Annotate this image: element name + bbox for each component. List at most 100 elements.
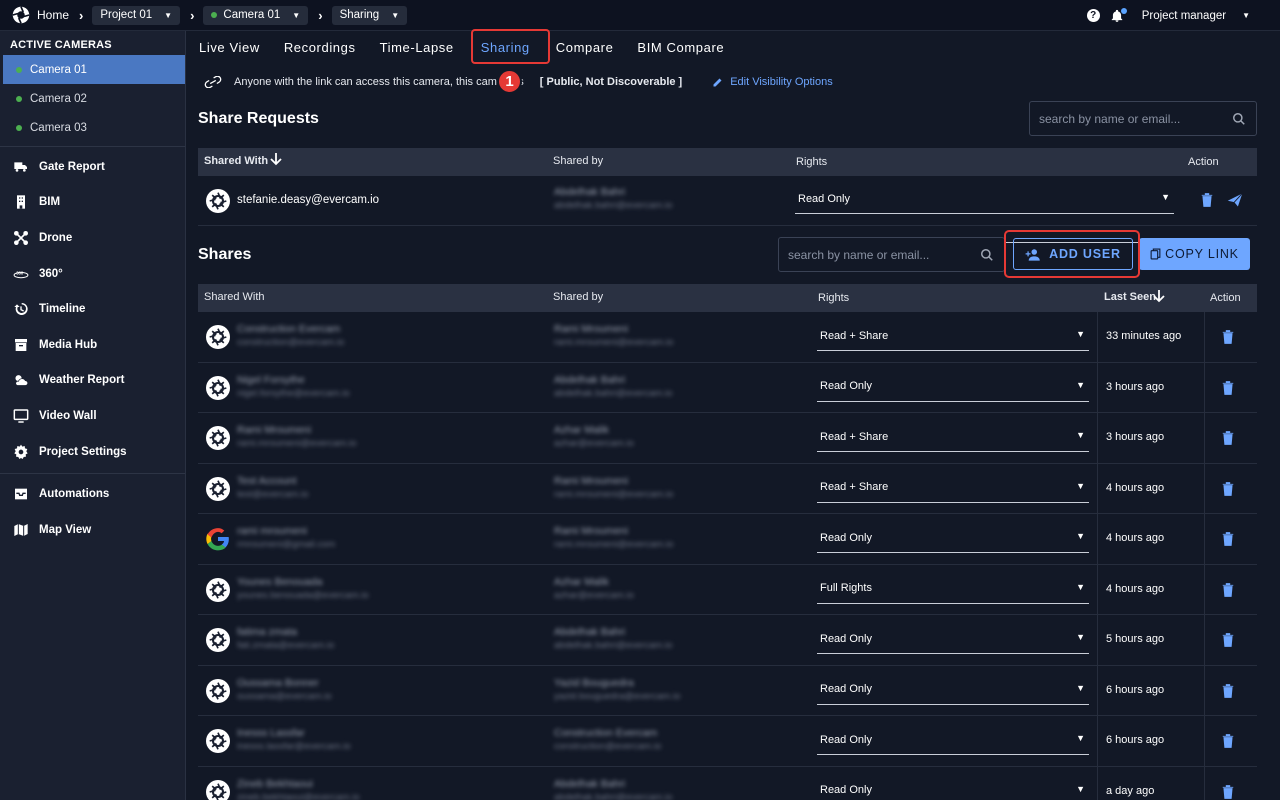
- sidebar-item-map-view[interactable]: Map View: [0, 512, 185, 548]
- sidebar-item-bim[interactable]: BIM: [0, 185, 185, 221]
- history-icon: [13, 301, 29, 317]
- project-selector[interactable]: Project 01 ▼: [92, 5, 181, 25]
- sidebar-camera-01[interactable]: Camera 01: [3, 55, 185, 84]
- evercam-avatar-icon: [206, 779, 230, 800]
- shares-search-input[interactable]: search by name or email...: [778, 237, 1005, 272]
- caret-down-icon: ▼: [1076, 581, 1085, 592]
- notifications-button[interactable]: [1110, 7, 1127, 23]
- share-requests-search-input[interactable]: search by name or email...: [1029, 101, 1257, 136]
- rights-select[interactable]: Read Only ▼: [817, 675, 1089, 705]
- rights-select[interactable]: Read Only ▼: [817, 725, 1089, 755]
- camera-selector[interactable]: Camera 01 ▼: [203, 5, 309, 25]
- table-row: Inesss Lassfar inesss.lassfar@evercam.io C…: [198, 716, 1257, 767]
- delete-share-button[interactable]: [1221, 481, 1235, 500]
- camera-label: Camera 01: [223, 9, 281, 21]
- delete-share-button[interactable]: [1221, 380, 1235, 399]
- sidebar-item-label: Media Hub: [39, 338, 98, 351]
- sidebar-item-gate-report[interactable]: Gate Report: [0, 149, 185, 185]
- delete-share-button[interactable]: [1221, 784, 1235, 800]
- delete-share-button[interactable]: [1221, 733, 1235, 752]
- tab-compare[interactable]: Compare: [544, 31, 626, 64]
- tab-recordings[interactable]: Recordings: [272, 31, 368, 64]
- col-rights[interactable]: Rights: [818, 292, 849, 304]
- col-shared-with[interactable]: Shared With: [204, 155, 268, 167]
- page-selector[interactable]: Sharing ▼: [331, 5, 408, 25]
- highlight-add-user: [1004, 230, 1140, 278]
- delete-request-button[interactable]: [1200, 192, 1214, 211]
- caret-down-icon: ▼: [1076, 531, 1085, 541]
- user-menu[interactable]: Project manager: [1142, 10, 1226, 22]
- sidebar-item-project-settings[interactable]: Project Settings: [0, 434, 185, 470]
- shared-with-name: Construction Evercam: [237, 323, 341, 335]
- sidebar-item-360[interactable]: 360 360°: [0, 256, 185, 292]
- shared-with-cell: Zineb Bekhtaoui zineb.bekhtaoui@evercam.i…: [237, 778, 360, 800]
- top-bar: Home › Project 01 ▼ › Camera 01 ▼ › Shar…: [0, 0, 1280, 31]
- sidebar-item-timeline[interactable]: Timeline: [0, 291, 185, 327]
- col-action: Action: [1188, 156, 1219, 168]
- last-seen-value: 5 hours ago: [1106, 633, 1165, 645]
- sidebar-item-drone[interactable]: Drone: [0, 220, 185, 256]
- caret-down-icon: ▼: [1076, 329, 1085, 339]
- sidebar-item-weather-report[interactable]: Weather Report: [0, 363, 185, 399]
- rights-select[interactable]: Read + Share ▼: [817, 422, 1089, 452]
- shared-by-cell: Abdelhak Bahri abdelhak.bahri@evercam.io: [554, 186, 672, 211]
- rights-select[interactable]: Read + Share ▼: [817, 321, 1089, 351]
- edit-visibility-label: Edit Visibility Options: [730, 76, 833, 88]
- tab-time-lapse[interactable]: Time-Lapse: [368, 31, 466, 64]
- col-last-seen[interactable]: Last Seen: [1104, 291, 1156, 303]
- delete-share-button[interactable]: [1221, 632, 1235, 651]
- shared-by-email: rami.mroumeni@evercam.io: [554, 539, 674, 550]
- request-rights-select[interactable]: Read Only ▼: [795, 184, 1174, 214]
- evercam-avatar-icon: [206, 325, 230, 349]
- rights-select[interactable]: Full Rights ▼: [817, 574, 1089, 604]
- delete-share-button[interactable]: [1221, 683, 1235, 702]
- help-icon[interactable]: ?: [1086, 9, 1100, 22]
- shared-by-name: Azhar Malik: [554, 575, 609, 588]
- shared-with-email: nigel.forsythe@evercam.io: [237, 387, 350, 399]
- sort-down-arrow-icon[interactable]: [270, 152, 282, 169]
- delete-share-button[interactable]: [1221, 430, 1235, 449]
- sidebar-camera-02[interactable]: Camera 02: [0, 84, 185, 113]
- map-icon: [13, 522, 29, 538]
- rights-value: Read Only: [820, 531, 872, 544]
- rights-select[interactable]: Read Only ▼: [817, 523, 1089, 553]
- sidebar-item-label: Timeline: [39, 303, 86, 316]
- rights-select[interactable]: Read Only ▼: [817, 624, 1089, 654]
- shared-by-email: abdelhak.bahri@evercam.io: [554, 387, 673, 399]
- sort-down-arrow-icon[interactable]: [1153, 289, 1165, 306]
- delete-share-button[interactable]: [1221, 531, 1235, 550]
- shared-by-email: construction@evercam.io: [554, 741, 662, 752]
- column-divider: [1097, 514, 1098, 564]
- shared-by-name: Abdelhak Bahri: [554, 777, 626, 790]
- sidebar-item-label: Video Wall: [39, 409, 97, 422]
- edit-visibility-link[interactable]: Edit Visibility Options: [712, 76, 833, 88]
- online-status-icon: [16, 95, 22, 102]
- col-shared-with[interactable]: Shared With: [204, 291, 265, 303]
- rights-select[interactable]: Read Only ▼: [817, 776, 1089, 800]
- column-divider: [1097, 564, 1098, 615]
- rights-select[interactable]: Read + Share ▼: [817, 473, 1089, 503]
- rights-select[interactable]: Read Only ▼: [817, 372, 1089, 402]
- delete-share-button[interactable]: [1221, 582, 1235, 601]
- tab-live-view[interactable]: Live View: [186, 31, 272, 64]
- svg-text:360: 360: [16, 270, 24, 275]
- send-request-button[interactable]: [1226, 192, 1244, 211]
- sidebar-camera-03[interactable]: Camera 03: [0, 113, 185, 142]
- caret-down-icon[interactable]: ▼: [1242, 11, 1250, 20]
- column-divider: [1204, 463, 1205, 514]
- divider: [0, 473, 185, 475]
- col-shared-by[interactable]: Shared by: [553, 291, 603, 303]
- home-link[interactable]: Home: [12, 6, 69, 24]
- delete-share-button[interactable]: [1221, 329, 1235, 348]
- chevron-right-icon: ›: [318, 7, 323, 23]
- sidebar-item-video-wall[interactable]: Video Wall: [0, 398, 185, 434]
- shared-with-name: fatima zmata: [237, 626, 298, 638]
- sidebar-item-media-hub[interactable]: Media Hub: [0, 327, 185, 363]
- tab-bim-compare[interactable]: BIM Compare: [625, 31, 736, 64]
- sidebar-item-automations[interactable]: Automations: [0, 476, 185, 512]
- pencil-icon: [713, 78, 722, 87]
- shared-by-email: abdelhak.bahri@evercam.io: [554, 640, 673, 651]
- column-divider: [1204, 413, 1205, 463]
- caret-down-icon: ▼: [1076, 480, 1085, 491]
- copy-link-button[interactable]: COPY LINK: [1139, 238, 1250, 270]
